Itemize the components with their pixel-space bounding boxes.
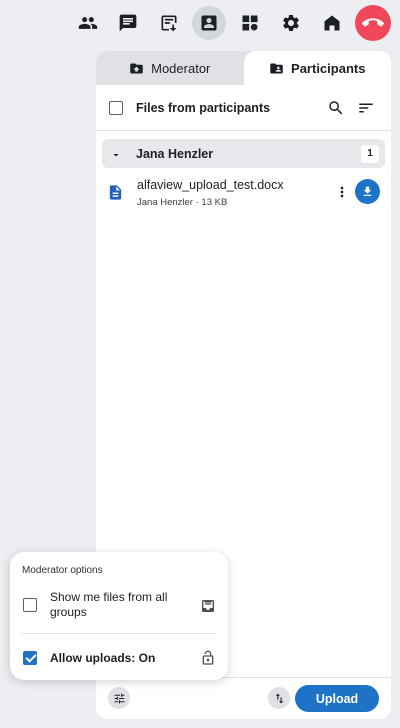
- sliders-icon: [114, 693, 124, 703]
- sort-button[interactable]: [353, 95, 379, 121]
- chat-button[interactable]: [111, 6, 145, 40]
- apps-button[interactable]: [233, 6, 267, 40]
- show-all-groups-option[interactable]: Show me files from all groups: [23, 588, 216, 624]
- moderator-options-popover: Moderator options Show me files from all…: [10, 552, 228, 680]
- files-header-title: Files from participants: [136, 100, 271, 115]
- folder-upload-icon: [130, 63, 143, 73]
- group-name: Jana Henzler: [136, 146, 214, 161]
- document-icon: [107, 183, 124, 202]
- lock-open-icon: [200, 650, 216, 666]
- sort-order-button[interactable]: [268, 687, 290, 709]
- tab-participants-label: Participants: [291, 60, 366, 76]
- file-transfer-button[interactable]: [192, 6, 226, 40]
- settings-button[interactable]: [274, 6, 308, 40]
- gear-icon: [283, 14, 299, 31]
- search-button[interactable]: [323, 95, 349, 121]
- download-icon: [363, 186, 372, 196]
- poll-icon: [161, 15, 177, 32]
- panel-footer: Upload: [96, 677, 391, 719]
- search-icon: [329, 100, 343, 114]
- hang-up-button[interactable]: [355, 5, 391, 41]
- sort-icon: [359, 103, 373, 112]
- popover-divider: [22, 633, 216, 634]
- more-vertical-icon: [340, 186, 344, 198]
- participants-button[interactable]: [71, 6, 105, 40]
- folder-person-icon: [270, 63, 283, 73]
- select-all-checkbox[interactable]: [109, 100, 123, 115]
- file-transfer-icon: [201, 15, 217, 31]
- caret-down-icon: [110, 148, 122, 160]
- top-toolbar: [0, 4, 400, 42]
- upload-button[interactable]: Upload: [295, 685, 379, 712]
- apps-grid-icon: [242, 15, 258, 31]
- group-count-badge: 1: [361, 144, 379, 163]
- panel-tabs: Moderator Participants: [96, 51, 391, 85]
- popover-title: Moderator options: [22, 565, 103, 576]
- files-header: Files from participants: [96, 85, 391, 131]
- moderator-options-button[interactable]: [108, 687, 130, 709]
- file-list-item[interactable]: alfaview_upload_test.docx Jana Henzler ·…: [96, 175, 391, 215]
- allow-uploads-label: Allow uploads: On: [50, 651, 156, 665]
- home-icon: [324, 15, 340, 31]
- tab-moderator[interactable]: Moderator: [96, 51, 244, 85]
- tab-participants[interactable]: Participants: [243, 51, 391, 85]
- show-all-groups-label: Show me files from all groups: [50, 590, 168, 619]
- download-button[interactable]: [355, 179, 380, 204]
- inbox-icon: [200, 598, 216, 614]
- file-name: alfaview_upload_test.docx: [137, 178, 284, 192]
- group-row[interactable]: Jana Henzler 1: [102, 139, 385, 168]
- file-meta: Jana Henzler · 13 KB: [137, 197, 228, 208]
- file-more-button[interactable]: [333, 181, 351, 203]
- swap-vertical-icon: [275, 693, 283, 703]
- show-all-groups-checkbox[interactable]: [23, 598, 37, 612]
- allow-uploads-option[interactable]: Allow uploads: On: [23, 649, 216, 667]
- hang-up-icon: [362, 18, 384, 27]
- participants-icon: [78, 17, 98, 29]
- allow-uploads-checkbox[interactable]: [23, 651, 37, 665]
- tab-moderator-label: Moderator: [151, 60, 211, 76]
- home-button[interactable]: [315, 6, 349, 40]
- chat-icon: [119, 14, 137, 32]
- poll-button[interactable]: [152, 6, 186, 40]
